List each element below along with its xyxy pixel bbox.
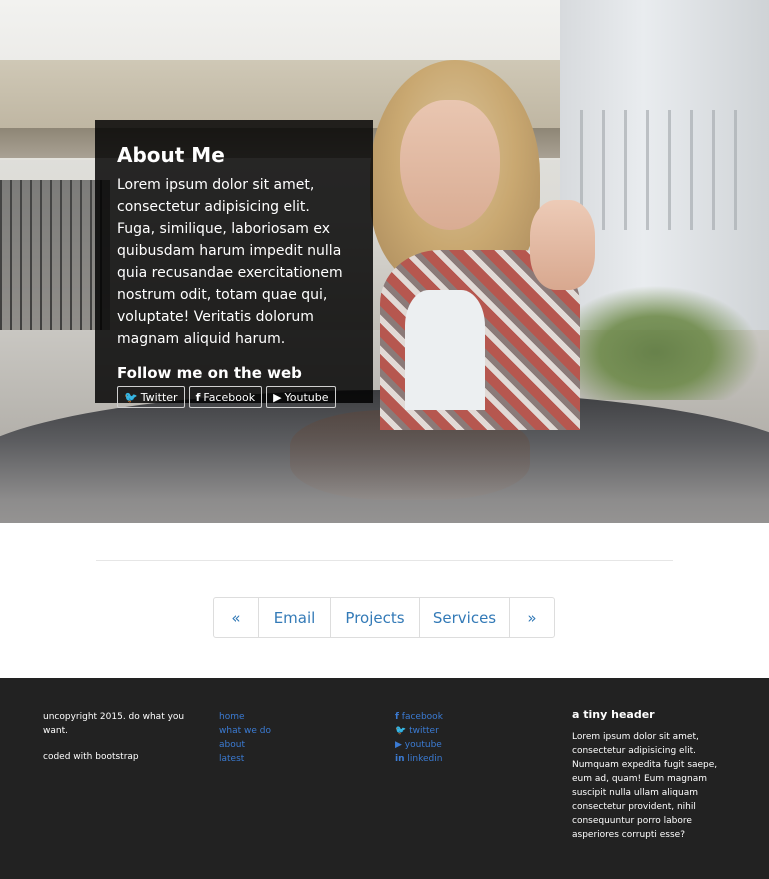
facebook-button[interactable]: f Facebook: [188, 386, 263, 408]
person-face: [400, 100, 500, 230]
footer-link-home[interactable]: home: [219, 710, 369, 724]
pagination: « Email Projects Services »: [213, 597, 555, 638]
tiny-text: Lorem ipsum dolor sit amet, consectetur …: [572, 732, 718, 840]
footer-info-column: a tiny header Lorem ipsum dolor sit amet…: [572, 708, 722, 842]
linkedin-icon: in: [395, 754, 405, 764]
facebook-label: Facebook: [203, 390, 256, 404]
follow-heading: Follow me on the web: [117, 364, 302, 382]
about-title: About Me: [117, 143, 225, 167]
tiny-header: a tiny header: [572, 708, 655, 721]
twitter-button[interactable]: 🐦 Twitter: [117, 386, 185, 408]
footer-copyright-column: uncopyright 2015. do what you want. code…: [43, 710, 193, 764]
pagination-next[interactable]: »: [509, 597, 555, 638]
footer-link-youtube[interactable]: ▶ youtube: [395, 738, 545, 752]
credits-text: coded with bootstrap: [43, 752, 139, 762]
twitter-icon: 🐦: [124, 390, 138, 404]
footer-link-facebook[interactable]: f facebook: [395, 710, 545, 724]
youtube-icon: ▶: [273, 390, 282, 404]
pagination-prev[interactable]: «: [213, 597, 259, 638]
footer-linkedin-label: linkedin: [407, 754, 443, 764]
footer-link-about[interactable]: about: [219, 738, 369, 752]
person-tank-top: [405, 290, 485, 410]
footer-youtube-label: youtube: [404, 740, 442, 750]
twitter-icon: 🐦: [395, 726, 407, 736]
hero-section: About Me Lorem ipsum dolor sit amet, con…: [0, 0, 769, 523]
copyright-text: uncopyright 2015. do what you want.: [43, 712, 185, 736]
footer-social-column: f facebook 🐦 twitter ▶ youtube in linked…: [395, 710, 545, 766]
facebook-icon: f: [195, 390, 201, 404]
footer-facebook-label: facebook: [401, 712, 443, 722]
twitter-label: Twitter: [140, 390, 178, 404]
footer-link-latest[interactable]: latest: [219, 752, 369, 766]
footer-link-what-we-do[interactable]: what we do: [219, 724, 369, 738]
about-text: Lorem ipsum dolor sit amet, consectetur …: [117, 177, 343, 347]
footer-link-linkedin[interactable]: in linkedin: [395, 752, 545, 766]
pagination-projects[interactable]: Projects: [330, 597, 420, 638]
footer: uncopyright 2015. do what you want. code…: [0, 678, 769, 879]
footer-nav-column: home what we do about latest: [219, 710, 369, 766]
about-card: About Me Lorem ipsum dolor sit amet, con…: [95, 120, 373, 408]
footer-twitter-label: twitter: [409, 726, 439, 736]
pagination-email[interactable]: Email: [258, 597, 331, 638]
section-divider: [96, 560, 673, 561]
youtube-label: Youtube: [284, 390, 329, 404]
youtube-icon: ▶: [395, 740, 402, 750]
facebook-icon: f: [395, 712, 399, 722]
social-buttons: 🐦 Twitter f Facebook ▶ Youtube: [117, 386, 351, 408]
hero-photo-fence: [0, 180, 110, 340]
hero-photo-person: [360, 60, 610, 430]
youtube-button[interactable]: ▶ Youtube: [266, 386, 336, 408]
pagination-services[interactable]: Services: [419, 597, 510, 638]
footer-link-twitter[interactable]: 🐦 twitter: [395, 724, 545, 738]
person-fist: [530, 200, 595, 290]
